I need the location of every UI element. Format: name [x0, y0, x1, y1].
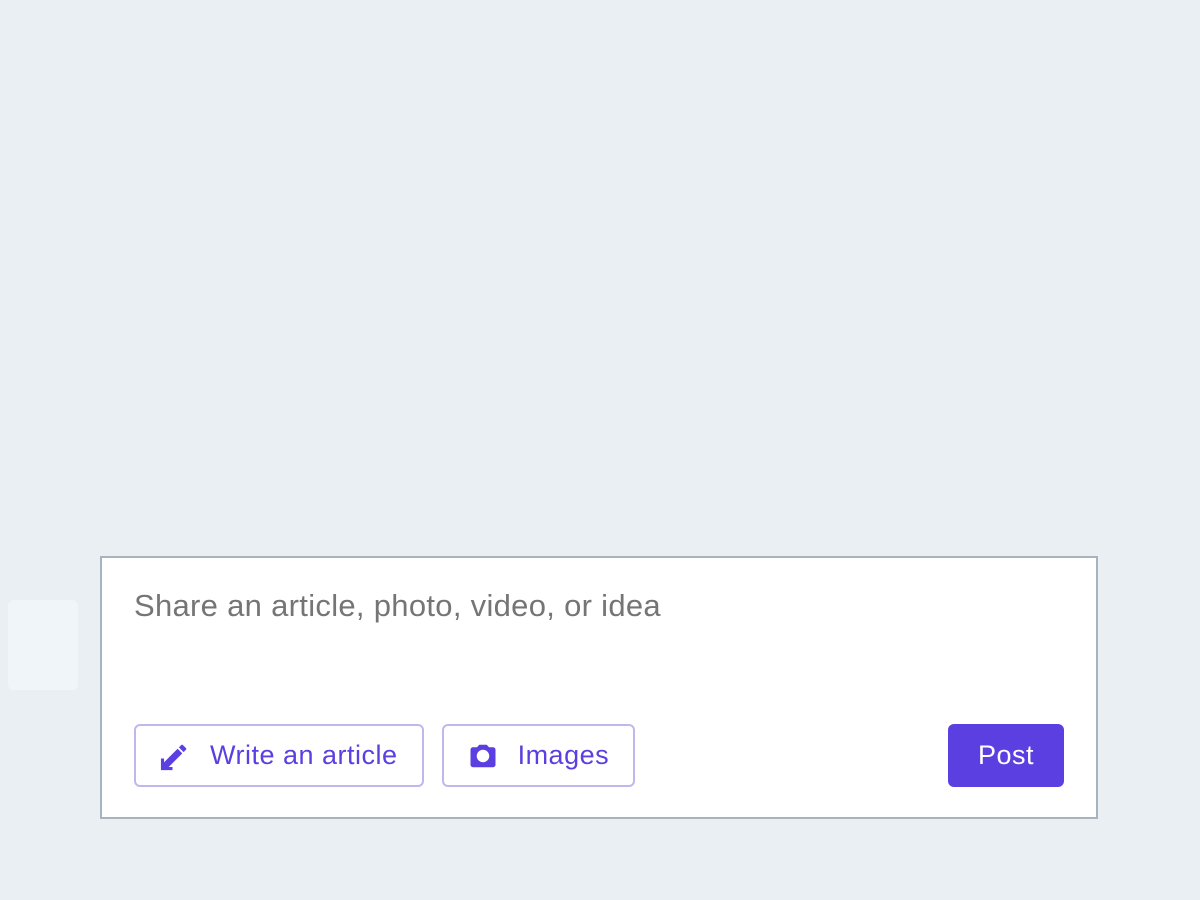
- post-button[interactable]: Post: [948, 724, 1064, 787]
- composer-card: Write an article Images Post: [100, 556, 1098, 819]
- composer-input[interactable]: [134, 588, 1064, 624]
- camera-icon: [468, 741, 498, 771]
- post-label: Post: [978, 740, 1034, 770]
- composer-left-actions: Write an article Images: [134, 724, 635, 787]
- edit-icon: [160, 741, 190, 771]
- background-ghost-panel: [8, 600, 78, 690]
- write-article-button[interactable]: Write an article: [134, 724, 424, 787]
- images-button[interactable]: Images: [442, 724, 636, 787]
- images-label: Images: [518, 740, 610, 771]
- composer-action-row: Write an article Images Post: [134, 724, 1064, 787]
- write-article-label: Write an article: [210, 740, 398, 771]
